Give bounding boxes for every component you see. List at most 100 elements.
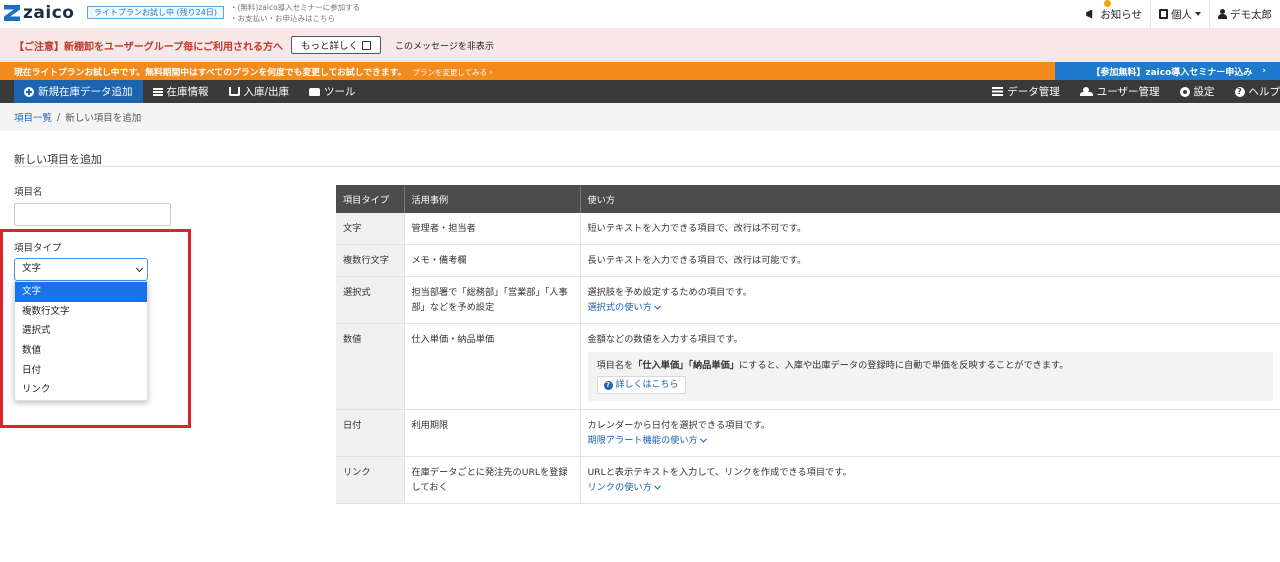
logo-text: zaico	[23, 3, 75, 23]
item-name-label: 項目名	[14, 187, 43, 198]
help-icon: ?	[1234, 86, 1245, 97]
cell-example: 在庫データごとに発注先のURLを登録しておく	[404, 456, 581, 504]
option-multiline-text[interactable]: 複数行文字	[15, 302, 147, 322]
nav-data-manage[interactable]: データ管理	[982, 80, 1070, 103]
payment-link[interactable]: ・お支払い・お申込みはこちら	[230, 13, 360, 24]
breadcrumb: 項目一覧 / 新しい項目を追加	[0, 103, 1280, 131]
header-links: ・(無料)zaico導入セミナーに参加する ・お支払い・お申込みはこちら	[230, 2, 360, 24]
cell-usage: URLと表示テキストを入力して、リンクを作成できる項目です。 リンクの使い方	[580, 456, 1280, 504]
table-row: 日付 利用期限 カレンダーから日付を選択できる項目です。 期限アラート機能の使い…	[336, 409, 1280, 457]
top-header: zaico ライトプランお試し中 (残り24日) ・(無料)zaico導入セミナ…	[0, 0, 1280, 28]
header-right: お知らせ 個人 デモ太郎	[1078, 0, 1280, 28]
expiry-alert-link-label: 期限アラート機能の使い方	[587, 435, 698, 446]
trial-bar: 現在ライトプランお試し中です。無料期間中はすべてのプランを何度でも変更してお試し…	[0, 62, 1280, 80]
breadcrumb-parent[interactable]: 項目一覧	[14, 110, 52, 124]
nav-tools[interactable]: ツール	[299, 80, 366, 103]
cell-example: 管理者・担当者	[404, 213, 581, 245]
hint-details-label: 詳しくはこちら	[615, 379, 679, 390]
trial-badge[interactable]: ライトプランお試し中 (残り24日)	[87, 6, 224, 19]
select-usage-link-label: 選択式の使い方	[587, 302, 652, 313]
external-link-icon	[362, 40, 372, 50]
workspace-label: 個人	[1171, 8, 1192, 21]
table-row: 選択式 担当部署で「総務部」「営業部」「人事部」などを予め設定 選択肢を予め設定…	[336, 276, 1280, 324]
cell-type: 複数行文字	[336, 244, 405, 277]
user-menu[interactable]: デモ太郎	[1209, 0, 1280, 28]
header-usage: 使い方	[580, 185, 1280, 213]
hint-text: 項目名を「仕入単価」「納品単価」にすると、入庫や出庫データの登録時に自動で単価を…	[597, 358, 1265, 373]
workspace-dropdown[interactable]: 個人	[1150, 0, 1209, 28]
header-example: 活用事例	[404, 185, 581, 213]
seminar-link[interactable]: ・(無料)zaico導入セミナーに参加する	[230, 2, 360, 13]
cell-usage: 金額などの数値を入力する項目です。 項目名を「仕入単価」「納品単価」にすると、入…	[580, 323, 1280, 410]
list-icon	[152, 87, 163, 96]
option-link[interactable]: リンク	[15, 380, 147, 400]
table-row: リンク 在庫データごとに発注先のURLを登録しておく URLと表示テキストを入力…	[336, 456, 1280, 504]
chevron-down-icon	[135, 264, 144, 273]
item-name-input[interactable]	[14, 203, 171, 226]
nav-add-item[interactable]: 新規在庫データ追加	[14, 80, 143, 103]
seminar-signup-button[interactable]: 【参加無料】zaico導入セミナー申込み ›	[1055, 62, 1280, 80]
option-number[interactable]: 数値	[15, 341, 147, 361]
option-select[interactable]: 選択式	[15, 321, 147, 341]
unit-price-hint: 項目名を「仕入単価」「納品単価」にすると、入庫や出庫データの登録時に自動で単価を…	[587, 352, 1273, 401]
title-divider	[14, 166, 1280, 167]
zaico-logo-icon	[4, 5, 20, 21]
hint-suffix: にすると、入庫や出庫データの登録時に自動で単価を反映することができます。	[738, 360, 1069, 371]
cell-example: 利用期限	[404, 409, 581, 457]
gear-icon	[1179, 86, 1190, 97]
change-plan-link[interactable]: プランを変更してみる ›	[412, 68, 492, 77]
megaphone-icon	[1086, 9, 1093, 19]
nav-settings[interactable]: 設定	[1170, 80, 1225, 103]
caret-down-icon	[1195, 12, 1201, 16]
cell-usage: 長いテキストを入力できる項目で、改行は可能です。	[580, 244, 1280, 277]
dismiss-message-link[interactable]: このメッセージを非表示	[395, 39, 494, 52]
item-types-table: 項目タイプ 活用事例 使い方 文字 管理者・担当者 短いテキストを入力できる項目…	[336, 185, 1280, 504]
breadcrumb-separator: /	[57, 111, 61, 123]
notifications-label: お知らせ	[1100, 8, 1142, 21]
nav-inventory-label: 在庫情報	[166, 86, 209, 98]
nav-user-manage[interactable]: ユーザー管理	[1070, 80, 1170, 103]
cell-example: メモ・備考欄	[404, 244, 581, 277]
cart-icon	[228, 87, 240, 96]
more-details-button[interactable]: もっと詳しく	[291, 36, 382, 54]
cell-usage: 選択肢を予め設定するための項目です。 選択式の使い方	[580, 276, 1280, 324]
building-icon	[1159, 9, 1168, 19]
cell-example: 仕入単価・納品単価	[404, 323, 581, 410]
nav-user-manage-label: ユーザー管理	[1096, 86, 1160, 98]
usage-text: カレンダーから日付を選択できる項目です。	[587, 420, 771, 431]
more-details-label: もっと詳しく	[301, 41, 359, 52]
item-type-selected: 文字	[22, 263, 42, 274]
cell-type: 選択式	[336, 276, 405, 324]
usage-text: 金額などの数値を入力する項目です。	[587, 334, 743, 345]
usage-text: 選択肢を予め設定するための項目です。	[587, 287, 752, 298]
caution-text: 【ご注意】新棚卸をユーザーグループ毎にご利用される方へ	[14, 41, 283, 53]
chevron-down-icon	[653, 302, 661, 310]
select-usage-link[interactable]: 選択式の使い方	[587, 300, 661, 315]
nav-help-label: ヘルプ	[1248, 86, 1280, 98]
expiry-alert-link[interactable]: 期限アラート機能の使い方	[587, 433, 707, 448]
zaico-logo[interactable]: zaico	[4, 3, 74, 23]
table-header-row: 項目タイプ 活用事例 使い方	[336, 185, 1280, 213]
link-usage-link[interactable]: リンクの使い方	[588, 480, 661, 495]
nav-inout[interactable]: 入庫/出庫	[219, 80, 300, 103]
option-text[interactable]: 文字	[15, 282, 147, 302]
nav-inventory[interactable]: 在庫情報	[143, 80, 219, 103]
cell-usage: 短いテキストを入力できる項目で、改行は不可です。	[580, 213, 1280, 245]
hint-details-button[interactable]: ? 詳しくはこちら	[596, 376, 686, 394]
nav-help[interactable]: ? ヘルプ	[1225, 80, 1280, 103]
cell-type: 日付	[336, 409, 405, 457]
nav-inout-label: 入庫/出庫	[243, 86, 290, 98]
trial-bar-message: 現在ライトプランお試し中です。無料期間中はすべてのプランを何度でも変更してお試し…	[14, 67, 407, 78]
page-title: 新しい項目を追加	[14, 153, 102, 166]
users-icon	[1079, 87, 1093, 96]
hint-prefix: 項目名を	[596, 360, 634, 371]
cell-type: 文字	[336, 213, 405, 245]
nav-right: データ管理 ユーザー管理 設定 ? ヘルプ	[982, 80, 1280, 103]
table-row: 数値 仕入単価・納品単価 金額などの数値を入力する項目です。 項目名を「仕入単価…	[336, 323, 1280, 410]
item-type-select[interactable]: 文字	[14, 258, 148, 281]
cell-type: リンク	[336, 456, 405, 504]
chevron-down-icon	[699, 435, 707, 443]
cell-example: 担当部署で「総務部」「営業部」「人事部」などを予め設定	[404, 276, 581, 324]
notifications-button[interactable]: お知らせ	[1078, 0, 1150, 28]
option-date[interactable]: 日付	[15, 361, 147, 381]
